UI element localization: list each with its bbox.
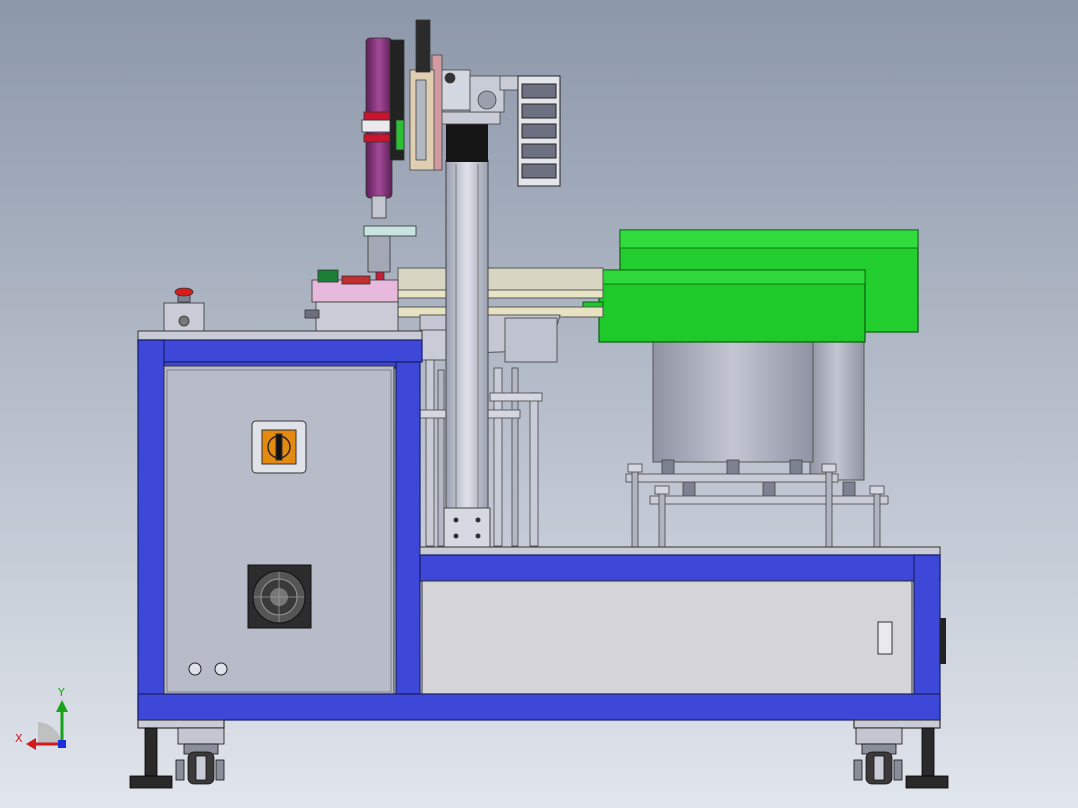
triad-y-label: Y [58, 686, 65, 699]
door-hinge [940, 618, 946, 664]
machine-drawing [0, 0, 1078, 808]
main-power-switch [251, 420, 307, 474]
control-panel [163, 365, 395, 695]
table-top-left [137, 330, 423, 341]
cad-viewport[interactable]: X Y [0, 0, 1078, 808]
table-top-right [419, 546, 941, 556]
cooling-fan [247, 564, 312, 629]
z-axis-marker [58, 740, 66, 748]
cabinet-door [421, 580, 913, 695]
triad-x-label: X [15, 732, 23, 745]
vertical-column [443, 122, 491, 549]
cable-chain [517, 75, 561, 187]
